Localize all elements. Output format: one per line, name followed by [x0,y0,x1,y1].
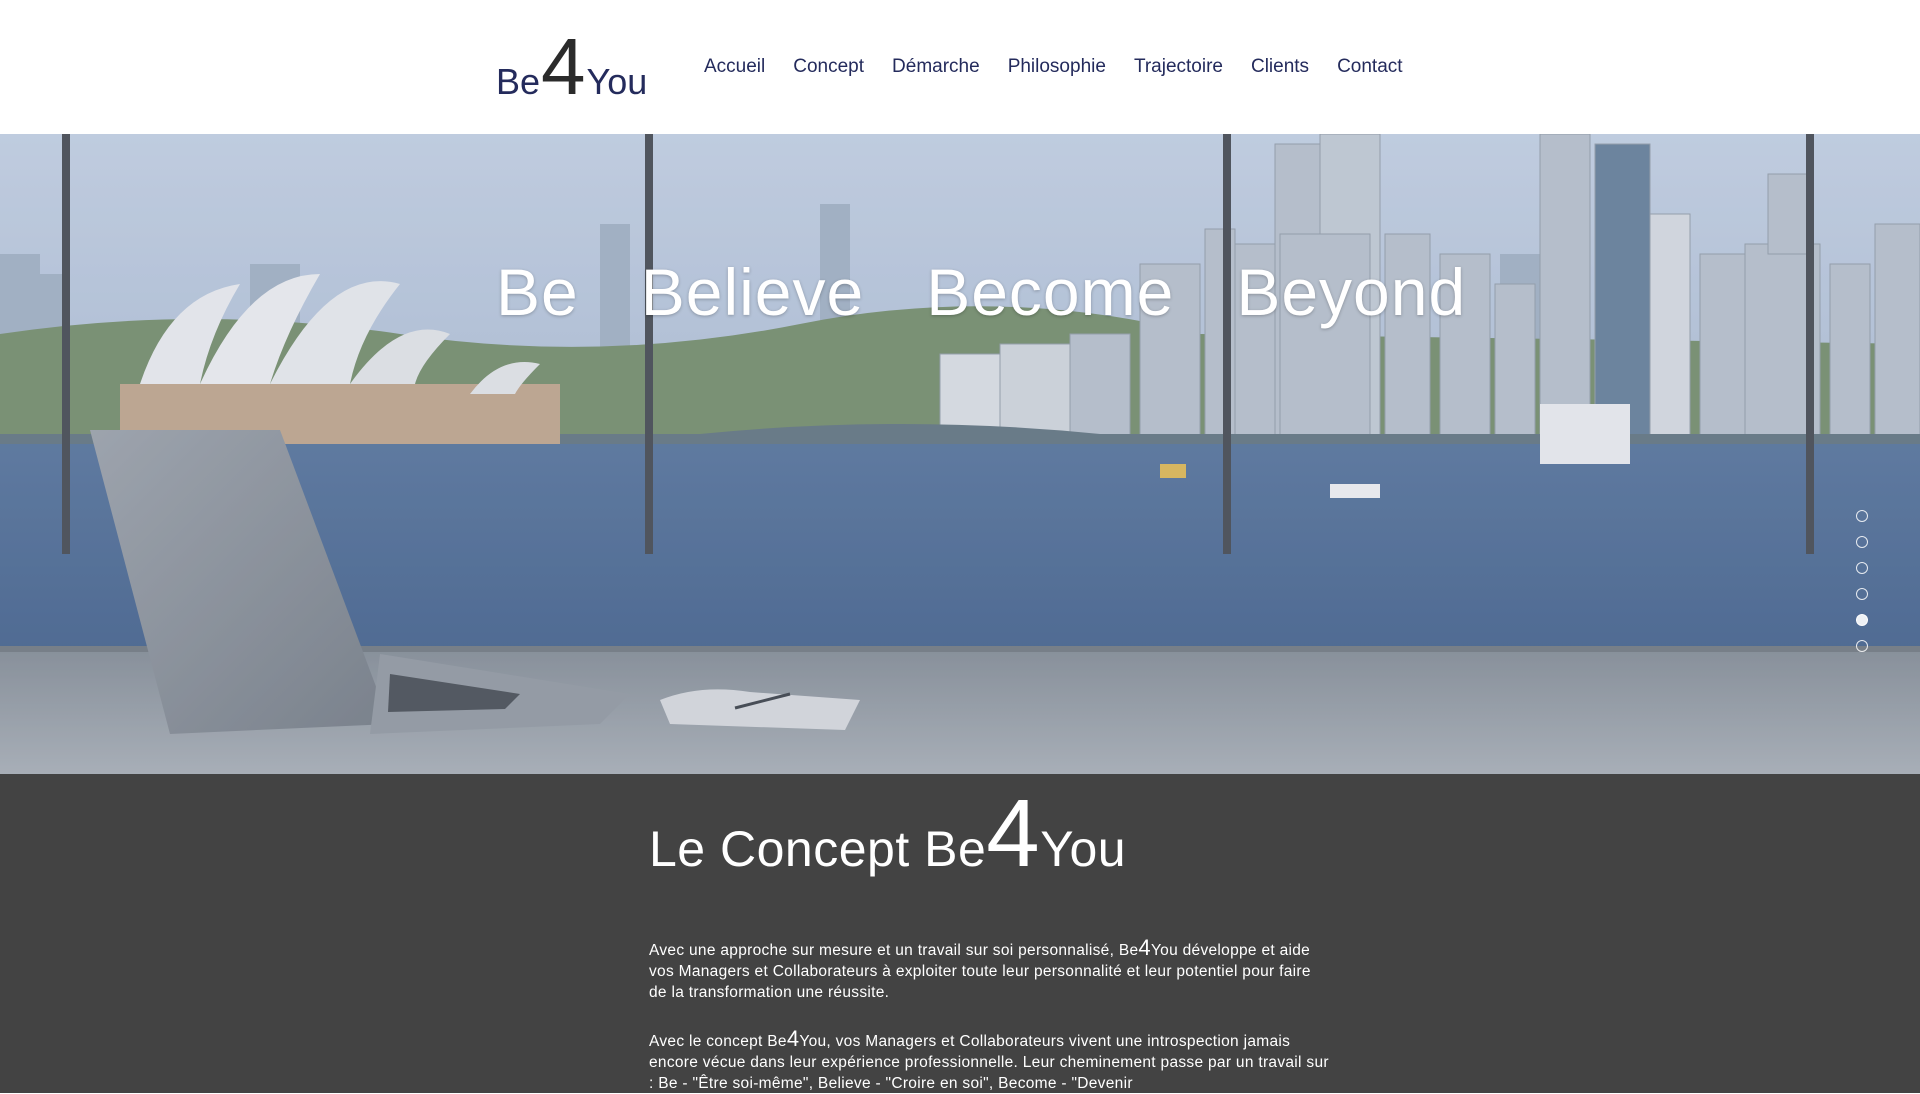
slide-dot-1[interactable] [1856,510,1868,522]
logo-text-you: You [586,61,648,102]
nav-item-clients[interactable]: Clients [1251,56,1309,78]
logo-text-be: Be [496,61,541,102]
nav-item-philosophie[interactable]: Philosophie [1008,56,1106,78]
slide-dot-3[interactable] [1856,562,1868,574]
site-header: Be 4 You Accueil Concept Démarche Philos… [0,0,1920,134]
slide-dot-2[interactable] [1856,536,1868,548]
slide-indicator [1856,510,1868,652]
concept-paragraph-1: Avec une approche sur mesure et un trava… [649,937,1329,1003]
nav-item-demarche[interactable]: Démarche [892,56,980,78]
logo-text-4: 4 [541,22,586,111]
slide-dot-4[interactable] [1856,588,1868,600]
tagline-word-become: Become [926,255,1175,329]
slide-dot-6[interactable] [1856,640,1868,652]
paragraph-2-number: 4 [786,1026,800,1051]
tagline-word-be: Be [496,255,579,329]
paragraph-2-text-a: Avec le concept Be [649,1033,787,1050]
paragraph-1-number: 4 [1138,935,1151,960]
hero-banner: Be Believe Become Beyond [0,134,1920,774]
concept-title-number: 4 [986,780,1041,887]
nav-item-concept[interactable]: Concept [793,56,864,78]
nav-item-accueil[interactable]: Accueil [704,56,765,78]
hero-background-image [0,134,1920,774]
slide-dot-5[interactable] [1856,614,1868,626]
paragraph-1-text-a: Avec une approche sur mesure et un trava… [649,942,1139,959]
concept-section: Le Concept Be 4 You Avec une approche su… [0,774,1920,1093]
concept-title-prefix: Le Concept Be [649,821,987,877]
logo[interactable]: Be 4 You [496,12,647,122]
nav-item-trajectoire[interactable]: Trajectoire [1134,56,1223,78]
tagline-word-beyond: Beyond [1236,255,1467,329]
nav-item-contact[interactable]: Contact [1337,56,1402,78]
concept-paragraph-2: Avec le concept Be4You, vos Managers et … [649,1028,1329,1094]
tagline-word-believe: Believe [640,255,865,329]
concept-title-suffix: You [1040,821,1127,877]
main-nav: Accueil Concept Démarche Philosophie Tra… [690,48,1417,86]
hero-tagline: Be Believe Become Beyond [496,254,1466,330]
concept-title: Le Concept Be 4 You [649,784,1126,884]
